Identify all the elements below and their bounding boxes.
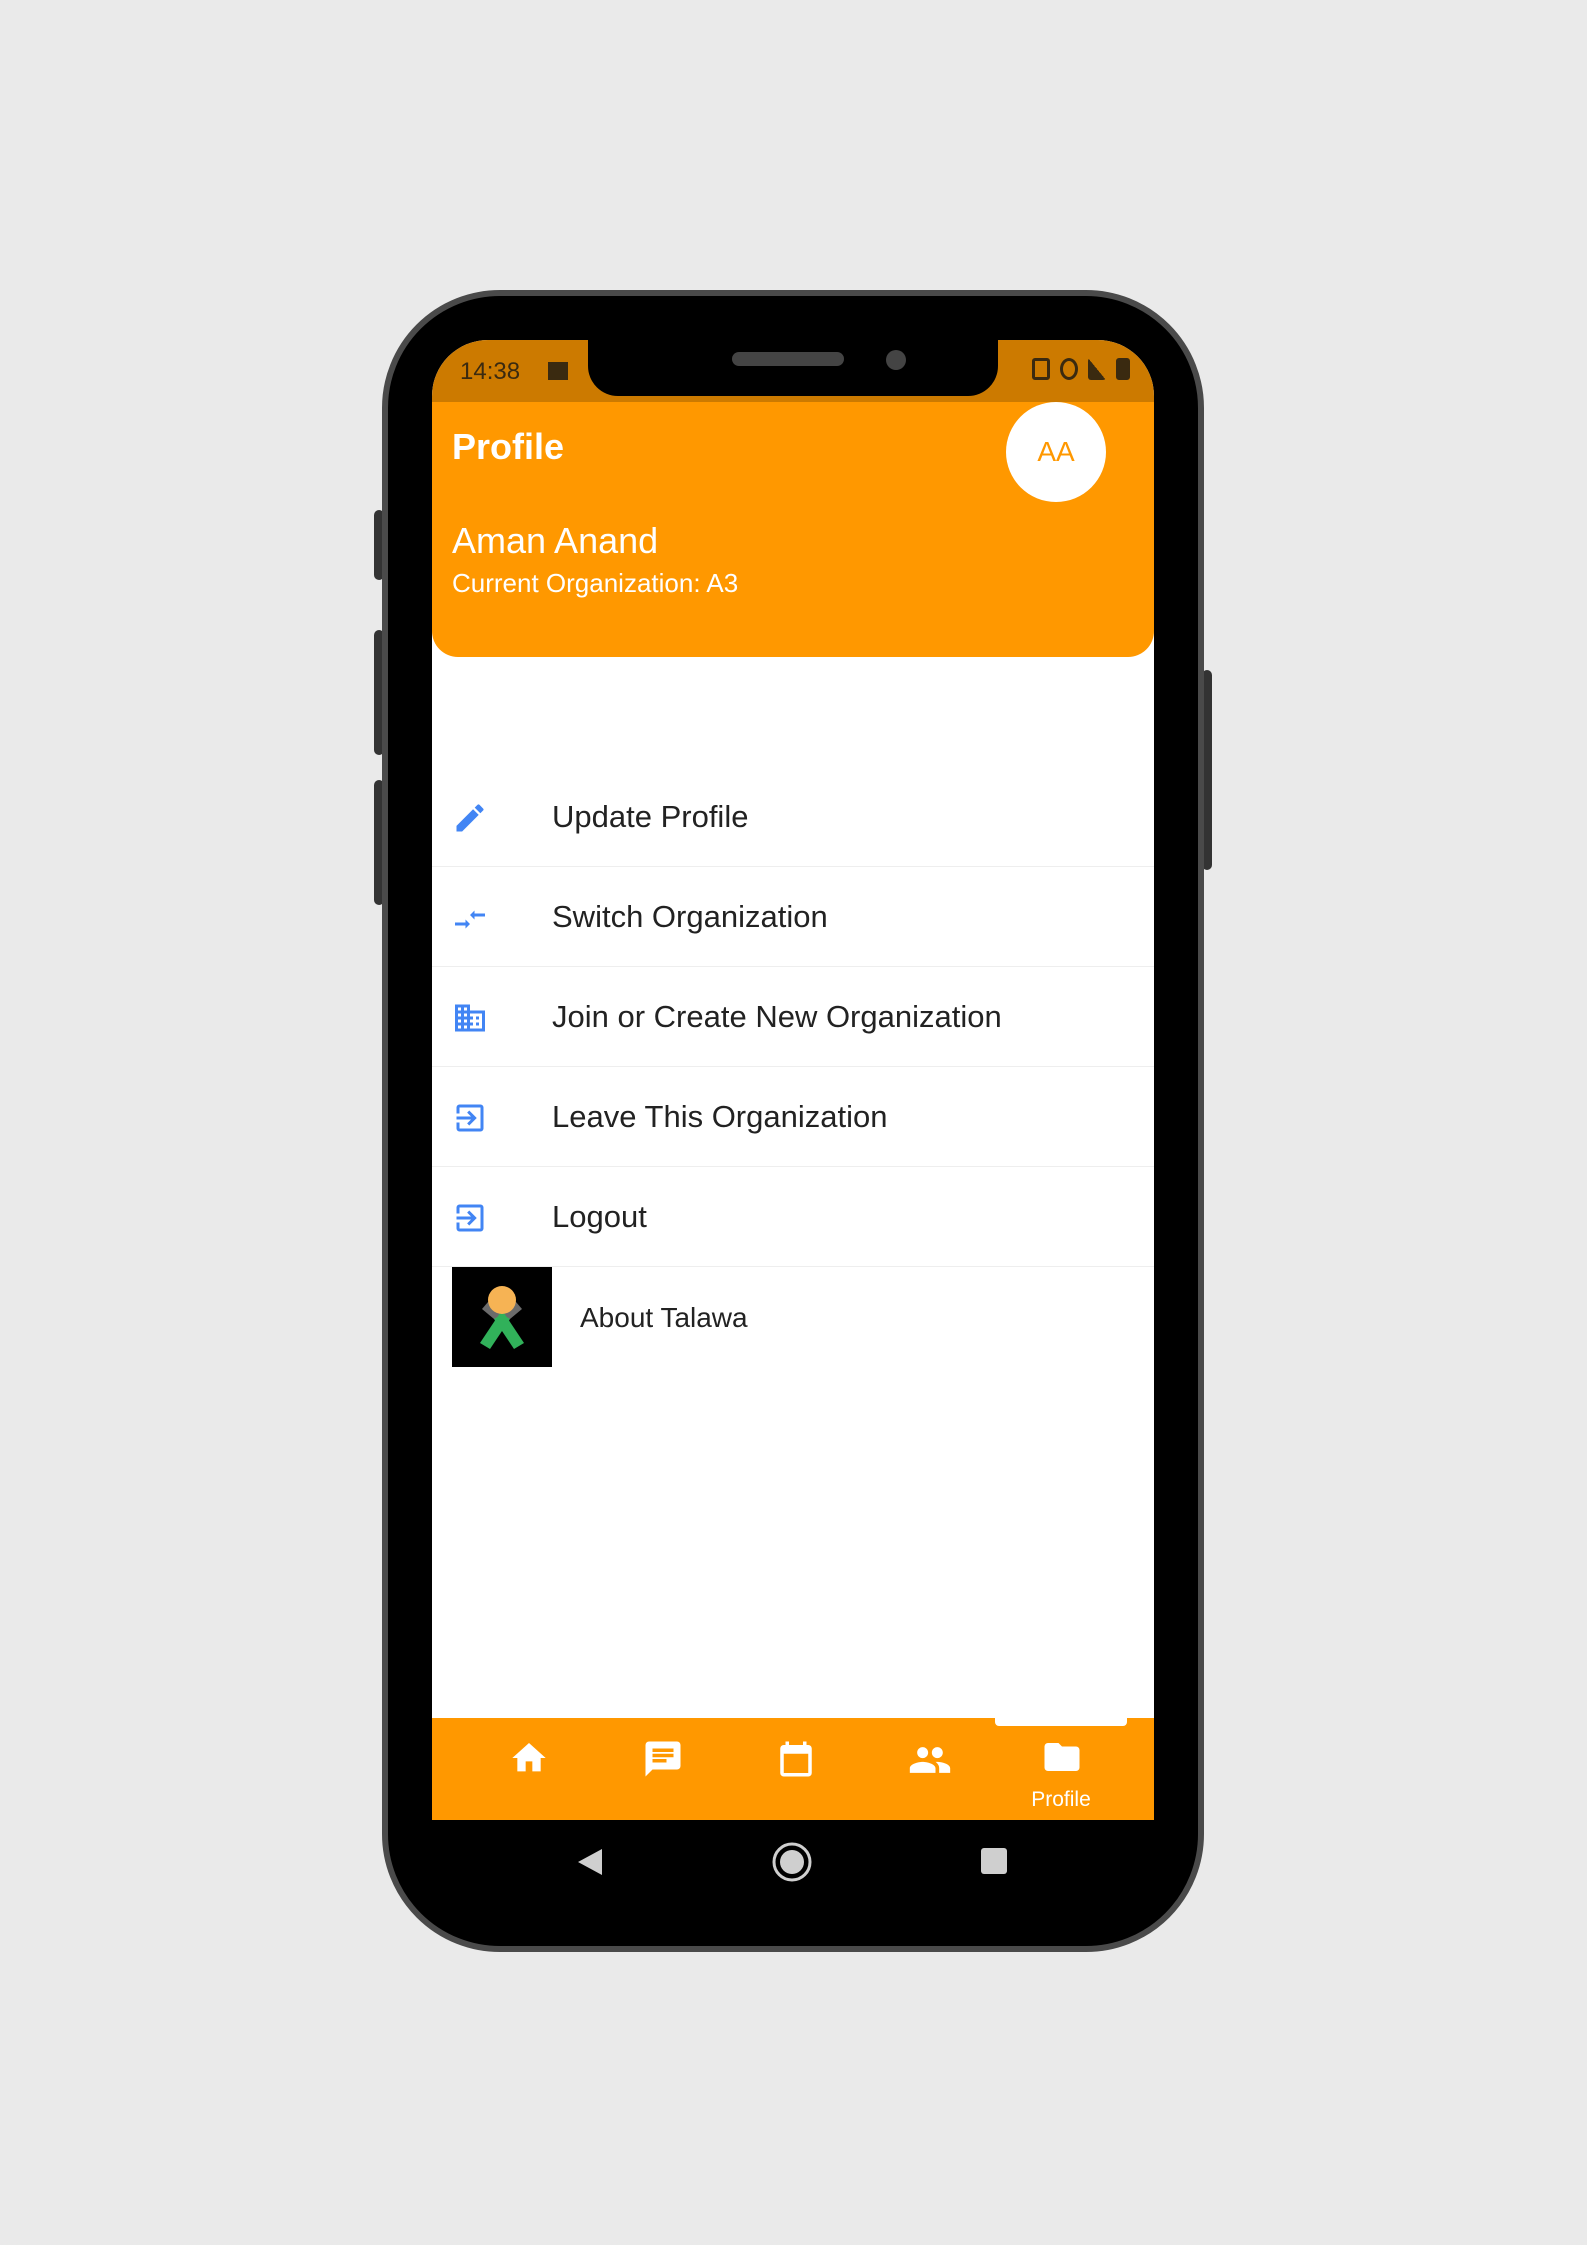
front-camera (886, 350, 906, 370)
vibrate-icon (1032, 358, 1050, 380)
system-navigation-bar (432, 1820, 1154, 1902)
switch-organization-label: Switch Organization (552, 898, 828, 934)
bottom-navigation: Profile (432, 1718, 1154, 1820)
current-organization: Current Organization: A3 (452, 568, 739, 598)
join-create-organization-item[interactable]: Join or Create New Organization (432, 967, 1154, 1067)
back-icon[interactable] (576, 1847, 604, 1877)
switch-organization-item[interactable]: Switch Organization (432, 867, 1154, 967)
battery-icon (1116, 358, 1130, 380)
exit-to-app-icon (456, 1104, 484, 1132)
hotspot-icon (1060, 358, 1078, 380)
people-icon (909, 1747, 951, 1773)
nav-people[interactable] (863, 1718, 993, 1820)
leave-organization-label: Leave This Organization (552, 1098, 888, 1134)
status-icons (1032, 358, 1130, 380)
calendar-icon (780, 1741, 812, 1777)
swap-arrows-icon (455, 910, 485, 929)
user-name: Aman Anand (452, 520, 659, 561)
update-profile-label: Update Profile (552, 798, 749, 834)
nav-home[interactable] (464, 1718, 594, 1820)
about-talawa-label: About Talawa (580, 1301, 748, 1333)
building-icon (455, 1004, 485, 1032)
camera-notch (588, 340, 998, 396)
recents-icon[interactable] (980, 1847, 1008, 1875)
folder-icon (1044, 1743, 1080, 1771)
exit-to-app-icon (456, 1204, 484, 1232)
nav-events[interactable] (730, 1718, 860, 1820)
profile-menu: Update Profile Switch Organization Join … (432, 767, 1154, 1368)
logout-label: Logout (552, 1198, 647, 1234)
nav-chat[interactable] (597, 1718, 727, 1820)
talawa-logo (452, 1267, 552, 1367)
status-time: 14:38 (460, 358, 521, 385)
logout-item[interactable]: Logout (432, 1167, 1154, 1267)
about-talawa-item[interactable]: About Talawa (432, 1267, 1154, 1368)
nav-profile[interactable]: Profile (996, 1718, 1126, 1820)
status-bar: 14:38 (432, 340, 1154, 402)
avatar[interactable]: AA (1006, 402, 1106, 502)
home-icon (512, 1743, 546, 1772)
home-circle-icon[interactable] (771, 1841, 813, 1883)
profile-header: Profile AA Aman Anand Current Organizati… (432, 402, 1154, 657)
earpiece-speaker (732, 352, 844, 366)
join-create-organization-label: Join or Create New Organization (552, 998, 1002, 1034)
signal-icon (1088, 358, 1106, 380)
update-profile-item[interactable]: Update Profile (432, 767, 1154, 867)
chat-icon (645, 1741, 681, 1777)
pencil-icon (456, 804, 484, 832)
image-notification-icon (548, 362, 568, 380)
app-screen: 14:38 Profile AA Aman Anand Current Orga… (432, 340, 1154, 1902)
nav-profile-label: Profile (1031, 1788, 1091, 1811)
leave-organization-item[interactable]: Leave This Organization (432, 1067, 1154, 1167)
page-title: Profile (452, 426, 565, 467)
